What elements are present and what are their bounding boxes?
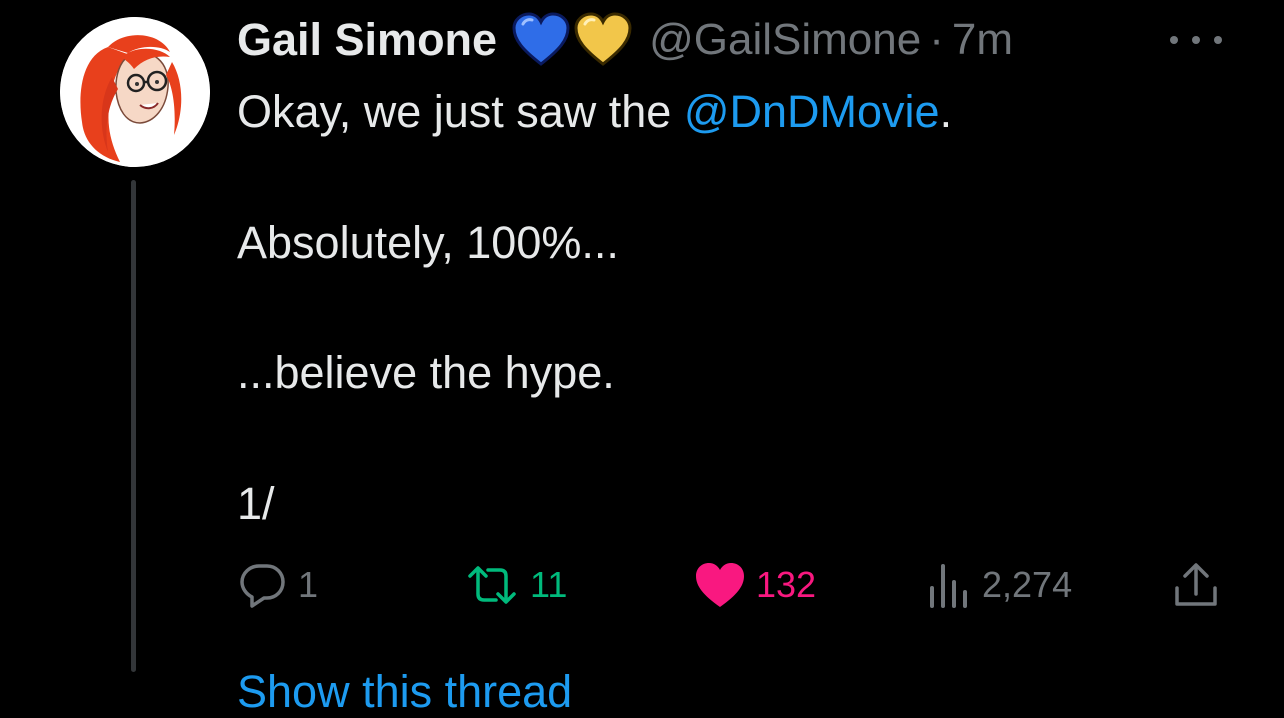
name-emoji <box>511 12 633 68</box>
reply-count: 1 <box>298 564 319 605</box>
yellow-heart-icon <box>574 12 632 66</box>
separator-dot: · <box>929 15 944 64</box>
views-button[interactable]: 2,274 <box>926 555 1072 615</box>
analytics-icon <box>930 564 967 608</box>
tweet-line-4: 1/ <box>237 478 275 529</box>
views-count: 2,274 <box>982 564 1073 605</box>
author-name[interactable]: Gail Simone <box>237 14 497 66</box>
like-button[interactable]: 132 <box>694 555 816 615</box>
more-dot-icon <box>1170 36 1178 44</box>
retweet-button[interactable]: 11 <box>464 555 567 615</box>
more-dot-icon <box>1192 36 1200 44</box>
share-button[interactable] <box>1172 555 1220 615</box>
tweet-line-2: Absolutely, 100%... <box>237 217 619 268</box>
more-options-button[interactable] <box>1170 26 1222 54</box>
more-dot-icon <box>1214 36 1222 44</box>
tweet-line-1-text: Okay, we just saw the <box>237 86 684 137</box>
reply-button[interactable]: 1 <box>238 555 318 615</box>
show-thread-link[interactable]: Show this thread <box>237 666 572 718</box>
tweet-line-1-suffix: . <box>939 86 953 137</box>
mention-link[interactable]: @DnDMovie <box>684 86 940 137</box>
redhead-cartoon-icon <box>60 17 210 167</box>
retweet-icon <box>468 566 516 604</box>
tweet-header: Gail Simone @GailSimone · 7m <box>237 12 1013 68</box>
tweet-time[interactable]: 7m <box>952 15 1013 65</box>
share-icon <box>1175 563 1217 606</box>
tweet-line-3: ...believe the hype. <box>237 347 615 398</box>
retweet-count: 11 <box>530 564 568 605</box>
author-handle[interactable]: @GailSimone <box>649 15 921 65</box>
heart-filled-icon <box>696 563 744 607</box>
action-bar: 1 11 132 2,274 <box>0 555 1284 615</box>
reply-icon <box>240 564 285 608</box>
avatar[interactable] <box>60 17 210 167</box>
tweet-line-1: Okay, we just saw the @DnDMovie. <box>237 80 952 144</box>
like-count: 132 <box>756 564 817 605</box>
blue-heart-icon <box>512 12 570 66</box>
